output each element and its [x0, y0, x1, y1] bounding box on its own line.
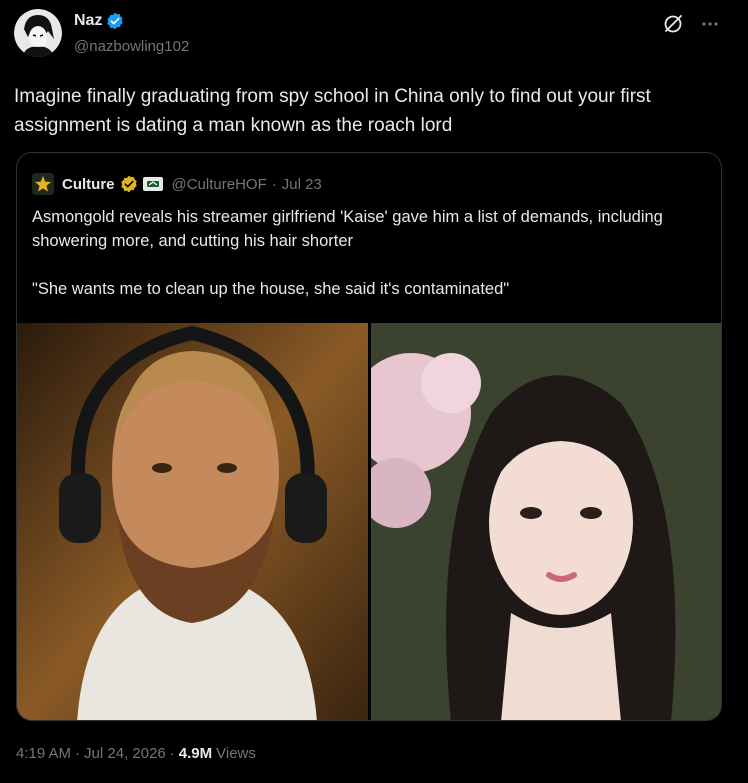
woman-with-bangs-photo[interactable]	[371, 323, 721, 720]
star-logo-icon	[35, 176, 51, 192]
quote-paragraph: "She wants me to clean up the house, she…	[32, 280, 510, 298]
man-with-headphones-photo[interactable]	[17, 323, 368, 720]
quote-media	[17, 323, 721, 720]
verified-badge-icon[interactable]	[106, 12, 124, 30]
quote-handle[interactable]: @CultureHOF	[172, 176, 267, 193]
top-actions	[662, 13, 720, 35]
quote-date[interactable]: Jul 23	[282, 176, 322, 193]
footer-separator: ·	[75, 745, 81, 762]
views-label: Views	[216, 745, 256, 762]
quote-name[interactable]: Culture	[62, 176, 115, 193]
quote-text: Asmongold reveals his streamer girlfrien…	[32, 205, 712, 325]
quote-header: Culture @CultureHOF · Jul 23	[32, 173, 322, 195]
author-name-row: Naz	[74, 12, 124, 30]
anime-avatar-icon	[14, 9, 62, 57]
footer-separator: ·	[169, 745, 175, 762]
tweet-footer: 4:19 AM · Jul 24, 2026 · 4.9M Views	[16, 745, 256, 762]
tweet-date[interactable]: Jul 24, 2026	[84, 745, 166, 762]
tweet-text: Imagine finally graduating from spy scho…	[14, 86, 651, 136]
quote-paragraph: Asmongold reveals his streamer girlfrien…	[32, 208, 663, 250]
quote-avatar[interactable]	[32, 173, 54, 195]
affiliate-badge-icon	[142, 177, 163, 191]
views-count[interactable]: 4.9M	[179, 745, 212, 762]
quoted-tweet[interactable]: Culture @CultureHOF · Jul 23 Asmongold r…	[16, 152, 722, 721]
tweet-time[interactable]: 4:19 AM	[16, 745, 71, 762]
quote-separator: ·	[271, 175, 277, 193]
author-avatar[interactable]	[14, 9, 62, 57]
more-icon[interactable]	[700, 14, 720, 34]
grok-icon[interactable]	[662, 13, 684, 35]
gold-verified-badge-icon	[120, 175, 137, 193]
author-display-name[interactable]: Naz	[74, 12, 102, 30]
author-handle[interactable]: @nazbowling102	[74, 38, 189, 55]
